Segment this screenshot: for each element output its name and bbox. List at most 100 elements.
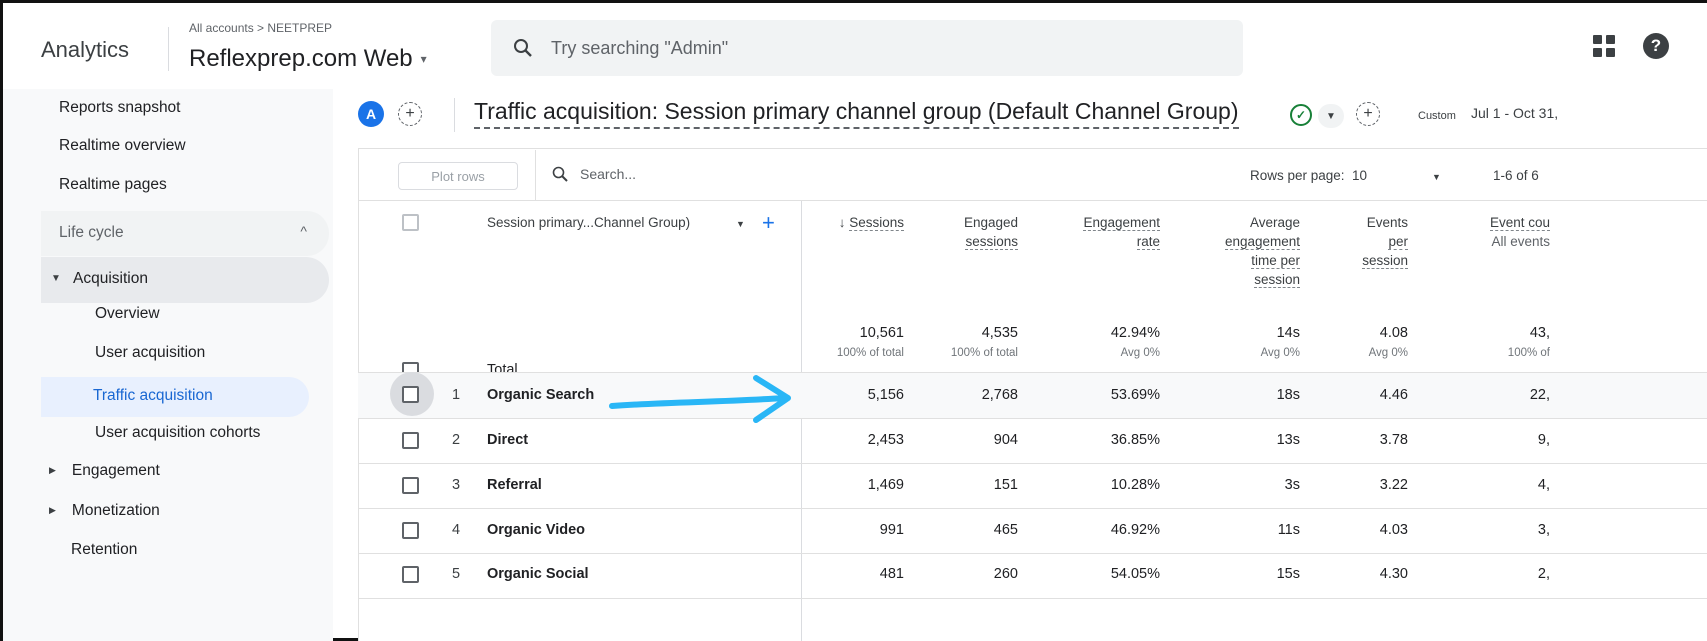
col-label-line: Event cou: [1489, 215, 1550, 231]
cell-avg-time: 13s: [1276, 432, 1300, 448]
col-header-avg-engagement-time[interactable]: Average engagement time per session: [1180, 213, 1300, 289]
col-label-line: Events: [1366, 215, 1408, 230]
group-label: Engagement: [71, 462, 160, 479]
plot-rows-button[interactable]: Plot rows: [398, 162, 518, 190]
row-index: 3: [452, 477, 461, 493]
add-report-icon[interactable]: +: [1356, 102, 1380, 126]
cell-engaged: 151: [993, 477, 1018, 493]
cell-sessions: 2,453: [867, 432, 904, 448]
row-divider: [358, 553, 1707, 554]
nav-group-engagement[interactable]: ▶ Engagement: [49, 462, 160, 480]
caret-down-icon[interactable]: ▼: [1432, 172, 1441, 182]
total-sessions: 10,561: [859, 325, 904, 341]
nav-realtime-pages[interactable]: Realtime pages: [59, 176, 167, 194]
chevron-down-icon[interactable]: ▼: [1318, 104, 1344, 128]
col-header-sessions[interactable]: ↓ Sessions: [812, 213, 904, 232]
row-checkbox[interactable]: [402, 566, 419, 583]
cell-avg-time: 11s: [1277, 522, 1300, 538]
dimension-column-header[interactable]: Session primary...Channel Group): [487, 215, 690, 230]
cell-avg-time: 18s: [1276, 387, 1300, 403]
table-search-input[interactable]: Search...: [552, 166, 636, 182]
sort-desc-icon: ↓: [838, 215, 846, 230]
channel-name[interactable]: Referral: [487, 477, 542, 493]
add-comparison-icon[interactable]: +: [398, 102, 422, 126]
help-icon[interactable]: ?: [1643, 33, 1669, 59]
row-index: 4: [452, 522, 461, 538]
chevron-down-icon: ▾: [420, 52, 427, 66]
rows-per-page-label: Rows per page:: [1250, 168, 1345, 183]
total-rate-sub: Avg 0%: [1120, 347, 1160, 359]
cell-events-per: 3.78: [1379, 432, 1408, 448]
global-search-input[interactable]: Try searching "Admin": [491, 20, 1243, 76]
col-label-line: Engagement: [1083, 215, 1160, 231]
nav-realtime-overview[interactable]: Realtime overview: [59, 137, 186, 155]
pagination-info: 1-6 of 6: [1493, 168, 1539, 183]
channel-name[interactable]: Organic Search: [487, 387, 594, 403]
col-label-line: per: [1388, 234, 1408, 250]
col-label-line: sessions: [965, 234, 1018, 250]
total-event-count: 43,: [1529, 325, 1550, 341]
col-header-event-count[interactable]: Event cou All events: [1440, 213, 1550, 251]
toolbar-divider: [358, 200, 1707, 201]
row-divider: [358, 463, 1707, 464]
select-all-checkbox[interactable]: [402, 214, 419, 231]
cell-events-per: 4.30: [1379, 566, 1408, 582]
nav-item-traffic-acquisition[interactable]: Traffic acquisition: [41, 377, 309, 417]
row-checkbox[interactable]: [402, 522, 419, 539]
comparison-avatar[interactable]: A: [358, 101, 384, 127]
cell-sessions: 5,156: [867, 387, 904, 403]
cell-events-per: 4.03: [1379, 522, 1408, 538]
nav-item-label: Traffic acquisition: [93, 387, 213, 404]
caret-down-icon: ▼: [51, 273, 61, 284]
group-label: Monetization: [71, 502, 160, 519]
row-checkbox[interactable]: [402, 432, 419, 449]
nav-section-life-cycle[interactable]: Life cycle ^: [41, 211, 329, 256]
channel-name[interactable]: Organic Social: [487, 566, 589, 582]
channel-name[interactable]: Organic Video: [487, 522, 585, 538]
total-avg-time: 14s: [1276, 325, 1300, 341]
date-range[interactable]: Jul 1 - Oct 31,: [1471, 105, 1558, 121]
section-label: Life cycle: [59, 224, 124, 241]
caret-right-icon: ▶: [49, 505, 56, 515]
nav-item-overview[interactable]: Overview: [95, 305, 160, 323]
date-mode-label[interactable]: Custom: [1418, 110, 1456, 122]
cell-rate: 10.28%: [1110, 477, 1160, 493]
col-header-engagement-rate[interactable]: Engagement rate: [1040, 213, 1160, 251]
col-header-events-per-session[interactable]: Events per session: [1320, 213, 1408, 270]
cell-event-count: 4,: [1537, 477, 1550, 493]
nav-item-retention[interactable]: Retention: [71, 541, 137, 559]
cell-event-count: 9,: [1537, 432, 1550, 448]
check-circle-icon[interactable]: ✓: [1290, 104, 1312, 126]
nav-item-user-acquisition-cohorts[interactable]: User acquisition cohorts: [95, 424, 260, 442]
account-breadcrumb[interactable]: All accounts > NEETPREP: [189, 21, 332, 35]
total-sessions-sub: 100% of total: [836, 347, 904, 359]
row-divider: [358, 598, 1707, 599]
annotation-arrow-icon: [609, 375, 791, 423]
report-title[interactable]: Traffic acquisition: Session primary cha…: [474, 98, 1239, 129]
property-selector[interactable]: Reflexprep.com Web ▾: [189, 45, 427, 73]
cell-events-per: 4.46: [1379, 387, 1408, 403]
row-index: 5: [452, 566, 461, 582]
nav-reports-snapshot[interactable]: Reports snapshot: [59, 99, 181, 117]
caret-down-icon[interactable]: ▼: [736, 219, 745, 229]
nav-group-acquisition[interactable]: ▼ Acquisition: [41, 257, 329, 303]
row-checkbox[interactable]: [402, 477, 419, 494]
rows-per-page-select[interactable]: 10: [1352, 168, 1367, 183]
apps-grid-icon[interactable]: [1593, 35, 1615, 57]
cell-event-count: 3,: [1537, 522, 1550, 538]
product-name[interactable]: Analytics: [41, 37, 129, 63]
cell-rate: 46.92%: [1110, 522, 1160, 538]
row-checkbox[interactable]: [402, 386, 419, 403]
col-header-engaged-sessions[interactable]: Engaged sessions: [930, 213, 1018, 251]
col-label-line: engagement: [1224, 234, 1300, 250]
caret-right-icon: ▶: [49, 465, 56, 475]
total-engaged: 4,535: [981, 325, 1018, 341]
col-label: Sessions: [849, 215, 904, 231]
col-label-line: Average: [1249, 215, 1300, 230]
channel-name[interactable]: Direct: [487, 432, 528, 448]
nav-item-user-acquisition[interactable]: User acquisition: [95, 344, 205, 362]
add-dimension-icon[interactable]: +: [762, 210, 775, 236]
cell-rate: 53.69%: [1110, 387, 1160, 403]
cell-rate: 36.85%: [1110, 432, 1160, 448]
nav-group-monetization[interactable]: ▶ Monetization: [49, 502, 160, 520]
